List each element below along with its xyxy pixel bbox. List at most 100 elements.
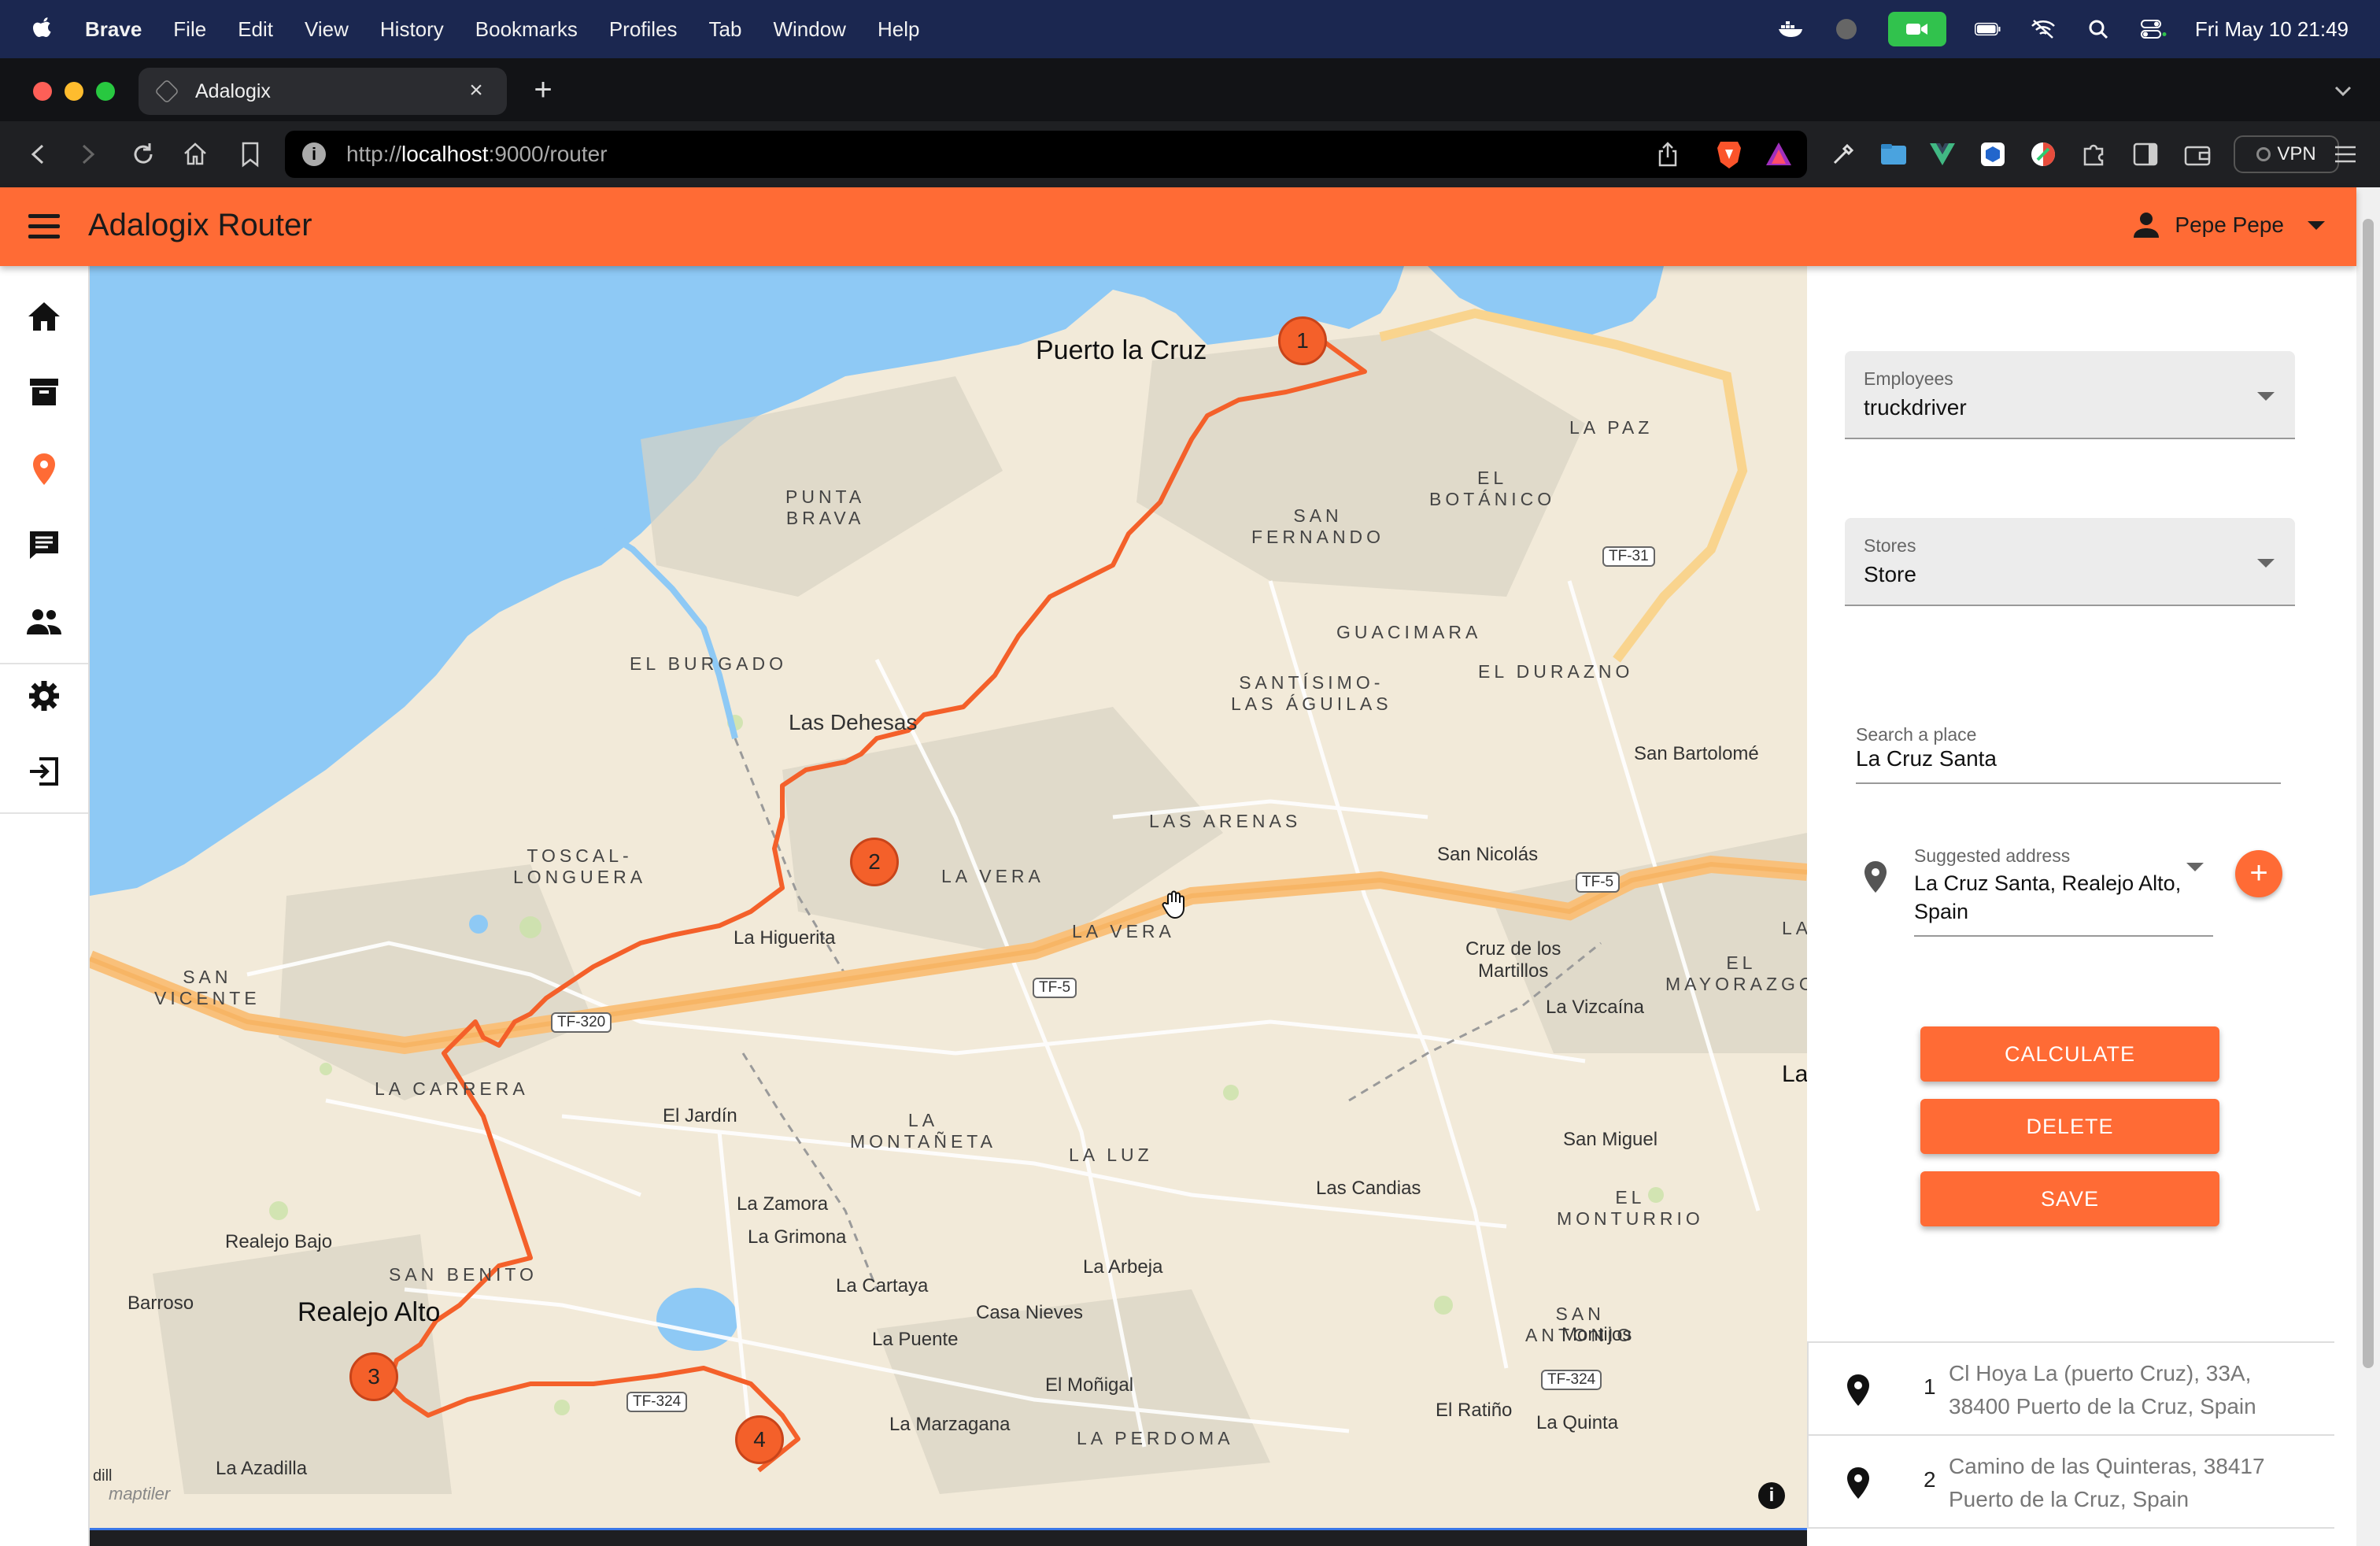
brave-shields-icon[interactable] [1716, 139, 1743, 170]
address-bar[interactable]: i http://localhost:9000/router [285, 131, 1807, 178]
nav-map-pin-icon[interactable] [25, 450, 63, 488]
suggested-address-select[interactable]: Suggested address La Cruz Santa, Realejo… [1914, 841, 2213, 937]
window-minimize-button[interactable] [65, 82, 83, 101]
scrollbar-thumb[interactable] [2363, 219, 2374, 1368]
map-label-realejo-alto: Realejo Alto [298, 1297, 441, 1327]
vpn-button[interactable]: VPN [2234, 135, 2339, 173]
browser-menu-icon[interactable] [2330, 139, 2361, 170]
facetime-icon[interactable] [1887, 12, 1946, 46]
map-label-santisimo: SANTÍSIMO- LAS ÁGUILAS [1231, 672, 1392, 714]
suggested-address-dropdown-icon [2186, 863, 2204, 871]
stores-dropdown-icon [2257, 559, 2275, 568]
forward-button[interactable] [71, 137, 105, 172]
map-label-la-vizcaina: La Vizcaína [1546, 997, 1644, 1018]
back-button[interactable] [20, 137, 55, 172]
nav-divider-bottom [0, 812, 88, 814]
folder-extension-icon[interactable] [1878, 139, 1909, 170]
map-label-san-vicente: SAN VICENTE [154, 967, 261, 1008]
route-map[interactable]: Puerto la Cruz PUNTA BRAVA LA PAZ EL BOT… [90, 266, 1807, 1530]
list-item[interactable]: 1 Cl Hoya La (puerto Cruz), 33A, 38400 P… [1807, 1343, 2334, 1436]
route-marker-3[interactable]: 3 [349, 1352, 398, 1401]
url-host: localhost [401, 142, 489, 166]
extensions-puzzle-icon[interactable] [2078, 139, 2109, 170]
map-label-las-dehesas: Las Dehesas [789, 710, 918, 734]
share-icon[interactable] [1656, 142, 1680, 167]
employees-dropdown-icon [2257, 392, 2275, 401]
menu-edit[interactable]: Edit [238, 17, 273, 42]
vue-devtools-icon[interactable] [1927, 139, 1958, 170]
app-title: Adalogix Router [88, 208, 312, 242]
site-info-icon[interactable]: i [302, 142, 326, 166]
map-label-la-cartaya: La Cartaya [836, 1275, 929, 1296]
nav-archive-icon[interactable] [25, 373, 63, 411]
tab-favicon-icon [154, 79, 179, 104]
eyedropper-extension-icon[interactable] [1828, 139, 1859, 170]
menu-history[interactable]: History [380, 17, 444, 42]
save-button[interactable]: SAVE [1920, 1171, 2219, 1226]
window-close-button[interactable] [33, 82, 52, 101]
nav-home-icon[interactable] [25, 298, 63, 335]
map-label-la-marzagana: La Marzagana [889, 1414, 1011, 1435]
home-button[interactable] [178, 137, 213, 172]
wifi-off-icon[interactable] [2030, 16, 2057, 43]
menu-profiles[interactable]: Profiles [609, 17, 678, 42]
battery-icon[interactable] [1974, 16, 2001, 43]
menu-view[interactable]: View [305, 17, 349, 42]
add-stop-button[interactable]: + [2235, 850, 2282, 897]
nav-settings-icon[interactable] [25, 677, 63, 715]
map-attribution-info-icon[interactable]: i [1758, 1482, 1785, 1509]
map-label-la-edge-2: La [1782, 1061, 1807, 1087]
menu-help[interactable]: Help [878, 17, 919, 42]
map-label-la-azadilla: La Azadilla [216, 1458, 308, 1479]
nav-people-icon[interactable] [25, 603, 63, 641]
calculate-button[interactable]: CALCULATE [1920, 1026, 2219, 1082]
search-input[interactable] [1856, 746, 2281, 771]
map-label-puerto-la-cruz: Puerto la Cruz [1036, 335, 1207, 365]
road-shield-tf324-west: TF-324 [626, 1392, 688, 1412]
control-center-icon[interactable] [2140, 16, 2167, 43]
menu-bookmarks[interactable]: Bookmarks [475, 17, 578, 42]
url-prefix: http:// [346, 142, 402, 166]
map-label-punta-brava: PUNTA BRAVA [785, 486, 866, 528]
menu-file[interactable]: File [173, 17, 206, 42]
spotlight-search-icon[interactable] [2085, 16, 2112, 43]
browser-tabstrip: Adalogix × + [0, 58, 2380, 121]
nav-logout-icon[interactable] [25, 753, 63, 790]
map-label-barroso: Barroso [128, 1293, 194, 1314]
map-label-la-grimona: La Grimona [748, 1226, 847, 1248]
window-maximize-button[interactable] [96, 82, 115, 101]
wallet-icon[interactable] [2182, 139, 2213, 170]
menu-app-name[interactable]: Brave [85, 17, 142, 42]
menubar-clock[interactable]: Fri May 10 21:49 [2195, 17, 2349, 42]
list-item[interactable]: 2 Camino de las Quinteras, 38417 Puerto … [1807, 1436, 2334, 1529]
tab-search-chevron-icon[interactable] [2330, 77, 2356, 104]
shield-extension-icon[interactable] [1977, 139, 2009, 170]
route-marker-1[interactable]: 1 [1278, 316, 1327, 365]
nav-chat-icon[interactable] [25, 526, 63, 564]
new-tab-button[interactable]: + [526, 72, 560, 107]
browser-tab-active[interactable]: Adalogix × [139, 68, 507, 115]
maptiler-logo[interactable]: maptiler [109, 1484, 170, 1504]
route-marker-4[interactable]: 4 [735, 1415, 784, 1464]
docker-icon[interactable] [1778, 16, 1805, 43]
place-search-field[interactable]: Search a place [1856, 708, 2281, 784]
brave-rewards-icon[interactable] [1765, 140, 1793, 168]
hand-cursor-icon [1162, 890, 1188, 919]
route-marker-2[interactable]: 2 [850, 838, 899, 886]
employees-select[interactable]: Employees truckdriver [1845, 351, 2295, 439]
menu-window[interactable]: Window [773, 17, 845, 42]
bookmark-button[interactable] [233, 137, 268, 172]
apple-icon[interactable] [31, 17, 54, 42]
reload-button[interactable] [126, 137, 161, 172]
road-shield-tf5: TF-5 [1033, 978, 1077, 998]
menu-tab[interactable]: Tab [709, 17, 742, 42]
delete-button[interactable]: DELETE [1920, 1099, 2219, 1154]
user-menu[interactable]: Pepe Pepe [2132, 211, 2325, 239]
page-scrollbar[interactable] [2356, 187, 2380, 1546]
tab-close-icon[interactable]: × [464, 79, 488, 102]
menu-toggle-icon[interactable] [28, 214, 60, 239]
color-extension-icon[interactable] [2027, 139, 2059, 170]
stores-select[interactable]: Stores Store [1845, 518, 2295, 606]
sidebar-toggle-icon[interactable] [2130, 139, 2161, 170]
record-icon[interactable] [1833, 16, 1860, 43]
